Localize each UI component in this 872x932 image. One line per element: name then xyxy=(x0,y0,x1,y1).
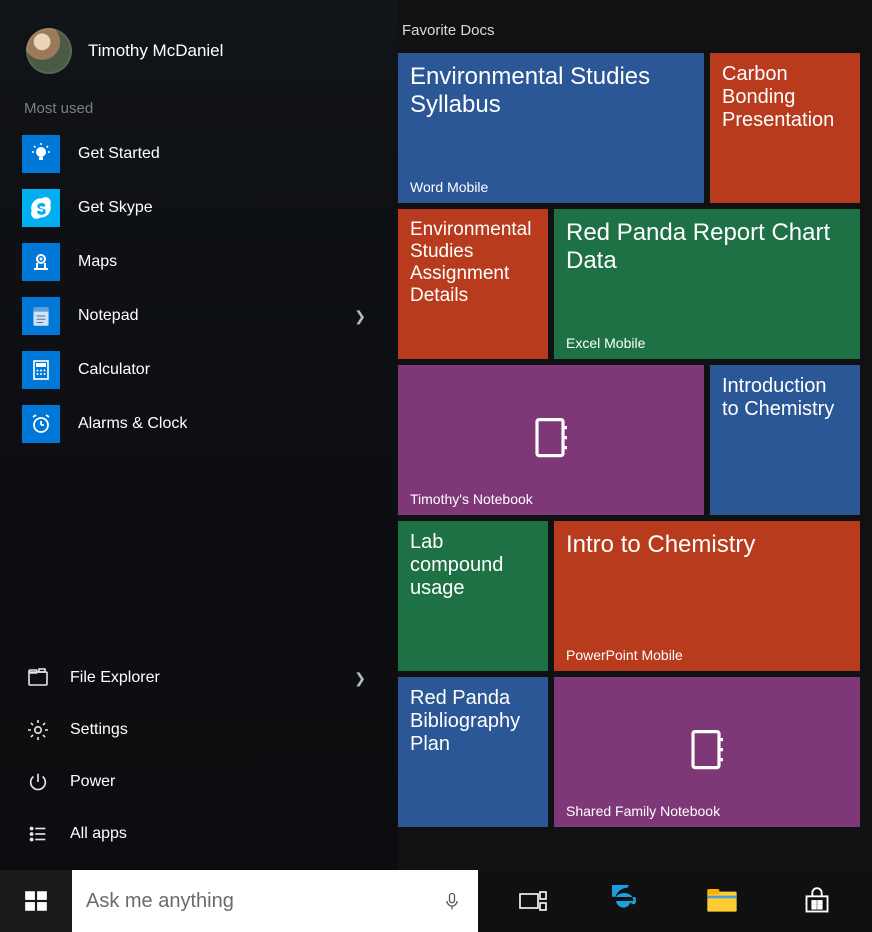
lightbulb-icon xyxy=(22,135,60,173)
tile-app-label: Excel Mobile xyxy=(566,335,645,351)
app-label: Calculator xyxy=(78,361,376,379)
tile-app-label: Word Mobile xyxy=(410,179,488,195)
tile-group-title[interactable]: Favorite Docs xyxy=(398,12,864,53)
notepad-icon xyxy=(22,297,60,335)
tile-app-label: Timothy's Notebook xyxy=(410,491,533,507)
tile-red-panda-chart[interactable]: Red Panda Report Chart Data Excel Mobile xyxy=(554,209,860,359)
bottom-item-label: File Explorer xyxy=(70,669,336,687)
app-maps[interactable]: Maps xyxy=(0,235,398,289)
app-label: Maps xyxy=(78,253,376,271)
taskbar-pinned-apps xyxy=(478,870,872,932)
calculator-icon xyxy=(22,351,60,389)
app-label: Alarms & Clock xyxy=(78,415,376,433)
start-left-panel: Timothy McDaniel Most used Get Starte xyxy=(0,0,398,870)
folder-icon xyxy=(706,887,738,915)
tile-app-label: Shared Family Notebook xyxy=(566,803,720,819)
tile-shared-family-notebook[interactable]: Shared Family Notebook xyxy=(554,677,860,827)
tile-title: Environmental Studies Assignment Details xyxy=(410,219,536,306)
tile-title: Carbon Bonding Presentation xyxy=(722,63,848,132)
section-most-used-label: Most used xyxy=(0,92,398,127)
taskbar-edge[interactable] xyxy=(602,870,654,932)
tile-intro-chemistry-ppt[interactable]: Intro to Chemistry PowerPoint Mobile xyxy=(554,521,860,671)
taskbar-store[interactable] xyxy=(791,870,843,932)
start-tiles-panel: Favorite Docs Environmental Studies Syll… xyxy=(398,0,872,870)
cortana-search-box[interactable] xyxy=(72,870,478,932)
app-notepad[interactable]: Notepad ❯ xyxy=(0,289,398,343)
app-label: Get Skype xyxy=(78,199,376,217)
tile-carbon-bonding[interactable]: Carbon Bonding Presentation xyxy=(710,53,860,203)
power-button[interactable]: Power xyxy=(0,756,398,808)
settings-button[interactable]: Settings xyxy=(0,704,398,756)
file-explorer-button[interactable]: File Explorer ❯ xyxy=(0,652,398,704)
start-button[interactable] xyxy=(0,870,72,932)
alarm-clock-icon xyxy=(22,405,60,443)
tile-title: Environmental Studies Syllabus xyxy=(410,63,692,118)
taskbar-file-explorer[interactable] xyxy=(696,870,748,932)
app-calculator[interactable]: Calculator xyxy=(0,343,398,397)
app-get-skype[interactable]: Get Skype xyxy=(0,181,398,235)
maps-icon xyxy=(22,243,60,281)
tile-intro-chemistry-doc[interactable]: Introduction to Chemistry xyxy=(710,365,860,515)
tile-title: Red Panda Bibliography Plan xyxy=(410,687,536,756)
avatar xyxy=(26,28,72,74)
tile-grid: Environmental Studies Syllabus Word Mobi… xyxy=(398,53,864,827)
tile-title: Introduction to Chemistry xyxy=(722,375,848,421)
onenote-icon xyxy=(683,726,731,774)
file-explorer-icon xyxy=(24,664,52,692)
edge-icon xyxy=(612,885,644,917)
taskbar xyxy=(0,870,872,932)
chevron-right-icon: ❯ xyxy=(354,670,376,687)
app-label: Get Started xyxy=(78,145,376,163)
tile-title: Intro to Chemistry xyxy=(566,531,848,559)
app-get-started[interactable]: Get Started xyxy=(0,127,398,181)
app-alarms-clock[interactable]: Alarms & Clock xyxy=(0,397,398,451)
tile-lab-compound[interactable]: Lab compound usage xyxy=(398,521,548,671)
task-view-button[interactable] xyxy=(507,870,559,932)
microphone-icon[interactable] xyxy=(442,888,462,914)
task-view-icon xyxy=(518,889,548,913)
skype-icon xyxy=(22,189,60,227)
gear-icon xyxy=(24,716,52,744)
search-input[interactable] xyxy=(86,890,464,913)
all-apps-icon xyxy=(24,820,52,848)
windows-icon xyxy=(23,888,49,914)
tile-app-label: PowerPoint Mobile xyxy=(566,647,683,663)
store-icon xyxy=(803,887,831,915)
start-bottom-list: File Explorer ❯ Settings xyxy=(0,652,398,870)
tile-timothys-notebook[interactable]: Timothy's Notebook xyxy=(398,365,704,515)
user-name-label: Timothy McDaniel xyxy=(88,41,223,61)
tile-title: Red Panda Report Chart Data xyxy=(566,219,848,274)
power-icon xyxy=(24,768,52,796)
bottom-item-label: Settings xyxy=(70,721,376,739)
app-label: Notepad xyxy=(78,307,336,325)
tile-red-panda-biblio[interactable]: Red Panda Bibliography Plan xyxy=(398,677,548,827)
most-used-list: Get Started Get Skype xyxy=(0,127,398,451)
tile-env-assignment-details[interactable]: Environmental Studies Assignment Details xyxy=(398,209,548,359)
tile-title: Lab compound usage xyxy=(410,531,536,600)
onenote-icon xyxy=(527,414,575,462)
bottom-item-label: Power xyxy=(70,773,376,791)
all-apps-button[interactable]: All apps xyxy=(0,808,398,860)
tile-env-studies-syllabus[interactable]: Environmental Studies Syllabus Word Mobi… xyxy=(398,53,704,203)
user-account-button[interactable]: Timothy McDaniel xyxy=(0,16,398,92)
chevron-right-icon: ❯ xyxy=(354,308,376,325)
bottom-item-label: All apps xyxy=(70,825,376,843)
